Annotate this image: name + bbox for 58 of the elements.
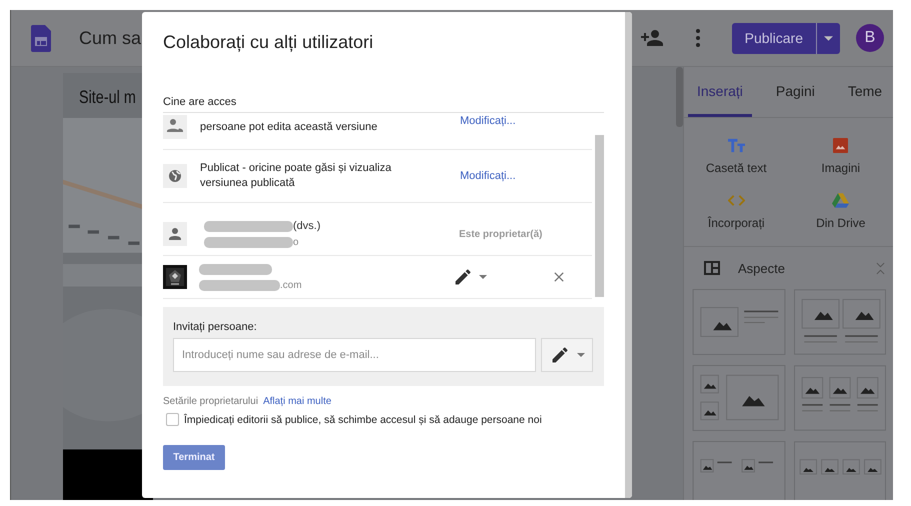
insert-item[interactable]: Din Drive: [788, 193, 893, 230]
change-link[interactable]: Modificați...: [460, 115, 516, 127]
drive-icon: [832, 193, 850, 208]
owner-settings-label: Setările proprietarului: [163, 396, 258, 407]
image-icon: [832, 138, 850, 153]
layout-thumbnail[interactable]: [794, 441, 886, 500]
collapse-icon[interactable]: [876, 262, 885, 274]
scrollbar[interactable]: [595, 135, 604, 297]
code-icon: [728, 193, 745, 208]
sites-logo-icon[interactable]: [31, 24, 51, 52]
caret-icon: [824, 36, 833, 40]
learn-more-link[interactable]: Aflați mai multe: [263, 396, 332, 407]
done-button[interactable]: Terminat: [163, 445, 225, 470]
checkbox[interactable]: [166, 413, 179, 426]
publish-button[interactable]: Publicare: [732, 22, 816, 54]
layout-thumbnail[interactable]: [692, 289, 786, 355]
people-icon: [163, 115, 187, 139]
section-heading: Cine are acces: [163, 96, 238, 108]
layout-thumbnail[interactable]: [794, 365, 886, 431]
pencil-icon: [550, 345, 570, 365]
permission-dropdown[interactable]: [541, 338, 593, 372]
change-link[interactable]: Modificați...: [460, 170, 516, 182]
permission-dropdown[interactable]: [453, 267, 487, 287]
layout-thumbnail[interactable]: [692, 365, 786, 431]
insert-item[interactable]: Casetă text: [684, 138, 788, 175]
scrollbar[interactable]: [625, 12, 632, 498]
remove-button[interactable]: [554, 272, 564, 282]
dialog-title: Colaborați cu alți utilizatori: [163, 32, 374, 53]
pencil-icon: [453, 267, 473, 287]
layout-thumbnail[interactable]: [794, 289, 886, 355]
caret-icon: [479, 275, 487, 279]
globe-icon: [163, 164, 187, 188]
owner-role: Este proprietar(ă): [459, 228, 542, 240]
person-icon: [163, 222, 187, 246]
insert-item[interactable]: Încorporați: [684, 193, 788, 230]
scrollbar[interactable]: [676, 67, 683, 127]
panel-tab[interactable]: Inserați: [688, 67, 752, 117]
checkbox-label: Împiedicați editorii să publice, să schimbe accesul și să adauge persoane noi: [184, 414, 542, 426]
user-email-suffix: .com: [280, 280, 302, 290]
user-name-suffix: (dvs.): [293, 220, 320, 232]
access-description: Publicat - oricine poate găsi și vizualiza versiunea publicată: [200, 161, 392, 191]
document-title[interactable]: Cum sa: [79, 28, 142, 48]
layout-icon: [704, 261, 720, 275]
access-description: persoane pot edita această versiune: [200, 120, 378, 135]
caret-icon: [576, 353, 584, 357]
invite-input-field[interactable]: Introduceți nume sau adrese de e-mail...: [173, 338, 536, 372]
publish-options-button[interactable]: [816, 22, 840, 54]
section-title: Aspecte: [738, 260, 786, 276]
close-icon: [554, 272, 564, 282]
panel-tab[interactable]: Pagini: [766, 67, 824, 117]
page-title[interactable]: Site-ul m: [79, 87, 136, 108]
insert-item[interactable]: Imagini: [788, 138, 893, 175]
invite-label: Invitați persoane:: [173, 321, 257, 333]
user-email-suffix: o: [293, 236, 299, 248]
text-icon: [728, 138, 745, 153]
account-avatar[interactable]: B: [856, 24, 884, 52]
panel-tab[interactable]: Teme: [838, 67, 892, 117]
layout-thumbnail[interactable]: [692, 441, 786, 500]
